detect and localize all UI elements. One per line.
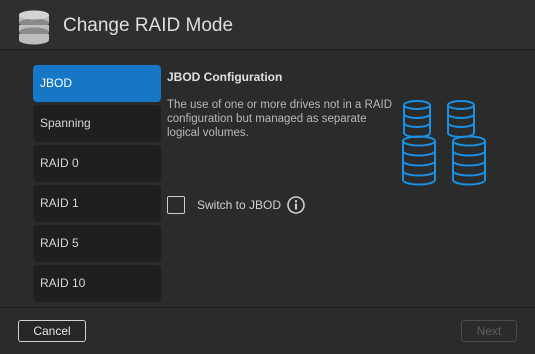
dialog-footer: Cancel Next	[0, 307, 535, 354]
raid-mode-list: JBOD Spanning RAID 0 RAID 1 RAID 5 RAID …	[33, 65, 161, 305]
switch-to-jbod-row: Switch to JBOD	[167, 195, 305, 215]
next-button[interactable]: Next	[461, 320, 517, 342]
dialog-title: Change RAID Mode	[63, 15, 234, 36]
raid-option-spanning[interactable]: Spanning	[33, 105, 161, 142]
config-title: JBOD Configuration	[167, 70, 283, 84]
raid-option-raid-10[interactable]: RAID 10	[33, 265, 161, 302]
raid-option-jbod[interactable]: JBOD	[33, 65, 161, 102]
cancel-button[interactable]: Cancel	[18, 320, 86, 342]
info-icon[interactable]	[287, 196, 305, 214]
jbod-drives-icon	[402, 100, 486, 186]
dialog-header: Change RAID Mode	[0, 0, 535, 50]
switch-to-jbod-checkbox[interactable]	[167, 196, 185, 214]
switch-to-jbod-label[interactable]: Switch to JBOD	[197, 198, 281, 212]
raid-option-raid-1[interactable]: RAID 1	[33, 185, 161, 222]
raid-option-raid-0[interactable]: RAID 0	[33, 145, 161, 182]
change-raid-mode-dialog: Change RAID Mode JBOD Spanning RAID 0 RA…	[0, 0, 535, 354]
raid-option-raid-5[interactable]: RAID 5	[33, 225, 161, 262]
database-stack-icon	[19, 10, 49, 45]
config-description: The use of one or more drives not in a R…	[167, 99, 392, 139]
